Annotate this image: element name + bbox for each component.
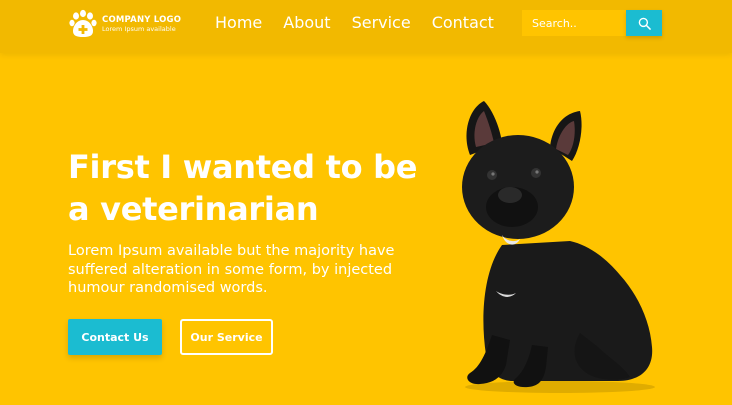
nav-link-about[interactable]: About bbox=[283, 13, 330, 33]
hero-title-line-1: First I wanted to be bbox=[68, 148, 418, 186]
logo-title: COMPANY LOGO bbox=[102, 14, 182, 25]
hero-title: First I wanted to be a veterinarian bbox=[68, 146, 428, 230]
top-navigation-bar: COMPANY LOGO Lorem Ipsum available Home … bbox=[0, 0, 732, 53]
logo-tagline: Lorem Ipsum available bbox=[102, 24, 176, 33]
contact-us-button[interactable]: Contact Us bbox=[68, 319, 162, 355]
main-nav: Home About Service Contact bbox=[215, 13, 494, 33]
company-logo[interactable]: COMPANY LOGO Lorem Ipsum available bbox=[68, 9, 181, 39]
search-button[interactable] bbox=[626, 10, 662, 36]
search-box bbox=[522, 10, 662, 36]
hero-title-line-2: a veterinarian bbox=[68, 190, 319, 228]
our-service-button[interactable]: Our Service bbox=[180, 319, 273, 355]
french-bulldog-image bbox=[462, 101, 655, 393]
hero-description: Lorem Ipsum available but the majority h… bbox=[68, 243, 395, 296]
search-input[interactable] bbox=[522, 10, 626, 36]
nav-link-service[interactable]: Service bbox=[352, 13, 411, 33]
nav-link-home[interactable]: Home bbox=[215, 13, 262, 33]
nav-link-contact[interactable]: Contact bbox=[432, 13, 494, 33]
paw-plus-icon bbox=[69, 9, 97, 37]
search-icon bbox=[638, 17, 651, 30]
